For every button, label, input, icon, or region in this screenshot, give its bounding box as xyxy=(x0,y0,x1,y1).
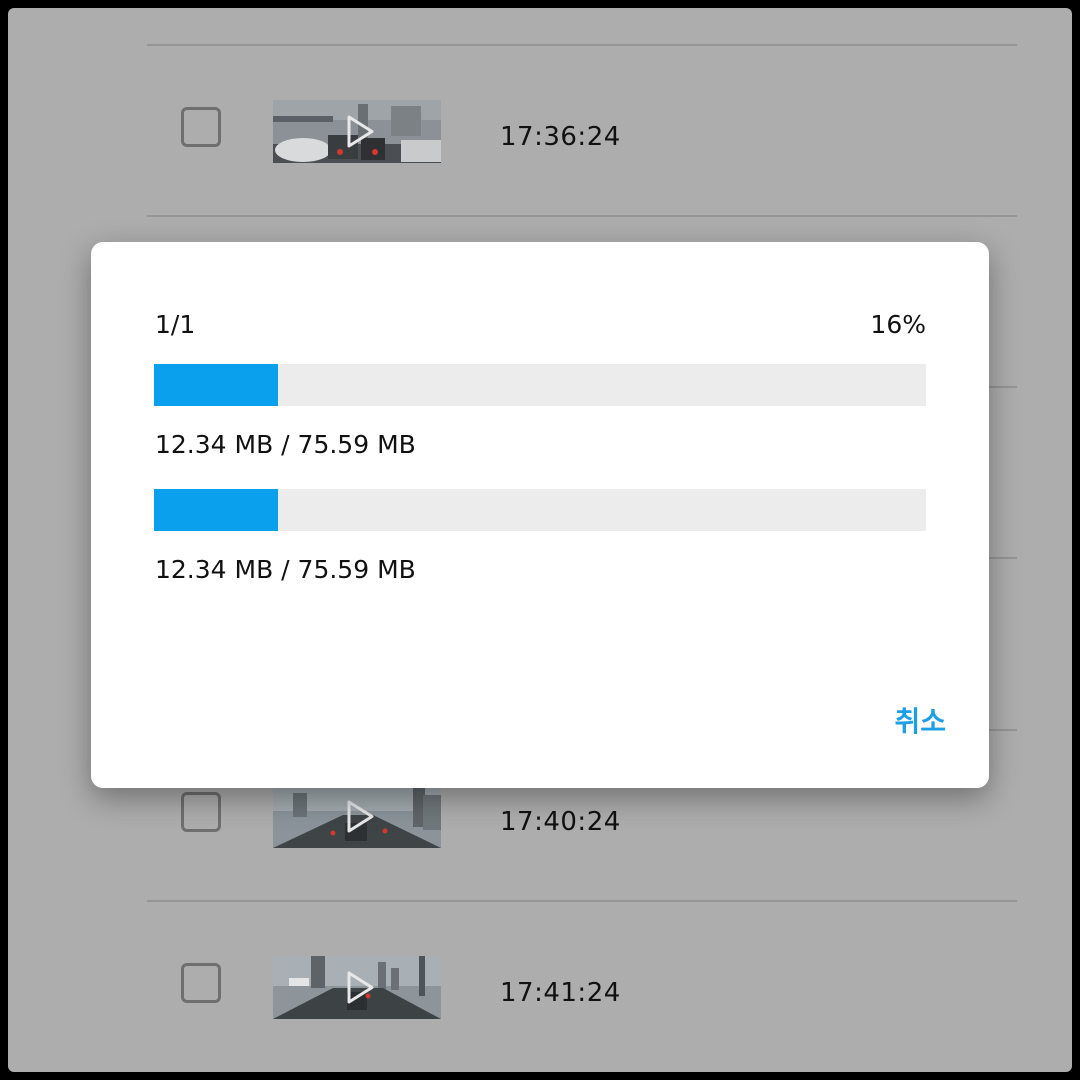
video-thumbnail[interactable] xyxy=(273,956,441,1019)
file-progress-bar xyxy=(154,489,926,531)
list-item[interactable]: 17:36:24 xyxy=(8,46,1072,217)
play-icon xyxy=(347,971,374,1004)
file-count: 1/1 xyxy=(155,310,196,339)
total-progress-bar xyxy=(154,364,926,406)
cancel-button[interactable]: 취소 xyxy=(894,700,946,740)
play-icon xyxy=(347,800,374,833)
recording-time: 17:41:24 xyxy=(500,978,621,1008)
play-icon xyxy=(347,115,374,148)
row-checkbox[interactable] xyxy=(181,963,221,1003)
recording-time: 17:40:24 xyxy=(500,807,621,837)
recording-time: 17:36:24 xyxy=(500,122,621,152)
list-item[interactable]: 17:41:24 xyxy=(8,902,1072,1072)
row-checkbox[interactable] xyxy=(181,107,221,147)
progress-fill xyxy=(154,364,278,406)
total-size-text: 12.34 MB / 75.59 MB xyxy=(155,430,416,459)
row-checkbox[interactable] xyxy=(181,792,221,832)
progress-percent: 16% xyxy=(870,310,926,339)
file-size-text: 12.34 MB / 75.59 MB xyxy=(155,555,416,584)
progress-fill xyxy=(154,489,278,531)
video-thumbnail[interactable] xyxy=(273,100,441,163)
video-thumbnail[interactable] xyxy=(273,785,441,848)
download-progress-dialog: 1/1 16% 12.34 MB / 75.59 MB 12.34 MB / 7… xyxy=(91,242,989,788)
list-divider xyxy=(147,215,1017,217)
